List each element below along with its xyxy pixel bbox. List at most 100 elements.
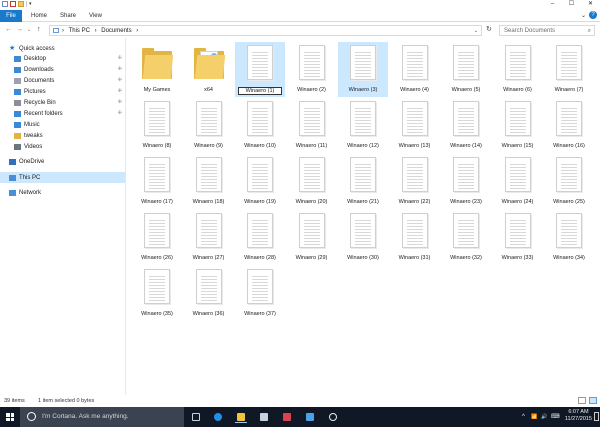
rename-input[interactable]: Winaero (1) xyxy=(238,87,282,95)
tab-view[interactable]: View xyxy=(89,11,102,22)
document-icon xyxy=(144,157,170,192)
file-explorer-icon[interactable] xyxy=(235,411,247,423)
file-item[interactable]: Winaero (1) xyxy=(235,42,285,97)
sidebar-item-music[interactable]: Music xyxy=(0,119,125,130)
forward-arrow-icon[interactable]: → xyxy=(16,25,23,35)
task-view-icon[interactable] xyxy=(190,411,202,423)
search-input[interactable]: Search Documents ⌕ xyxy=(499,25,595,36)
file-item[interactable]: Winaero (24) xyxy=(493,154,543,209)
sidebar-item-this-pc[interactable]: This PC xyxy=(0,172,125,183)
file-item[interactable]: Winaero (31) xyxy=(390,210,440,265)
file-item[interactable]: Winaero (10) xyxy=(235,98,285,153)
paint-icon[interactable] xyxy=(281,411,293,423)
file-item[interactable]: Winaero (30) xyxy=(338,210,388,265)
help-icon[interactable]: ? xyxy=(589,11,597,19)
cortana-search-box[interactable]: I'm Cortana. Ask me anything. xyxy=(20,407,184,427)
sidebar-item-pictures[interactable]: Pictures ✢ xyxy=(0,86,125,97)
sidebar-item-recent-folders[interactable]: Recent folders ✢ xyxy=(0,108,125,119)
file-item[interactable]: Winaero (16) xyxy=(544,98,594,153)
customize-toolbar-chevron-icon[interactable]: ▾ xyxy=(29,1,32,7)
file-item[interactable]: Winaero (6) xyxy=(493,42,543,97)
file-item[interactable]: Winaero (21) xyxy=(338,154,388,209)
file-item[interactable]: Winaero (14) xyxy=(441,98,491,153)
store-icon[interactable] xyxy=(258,411,270,423)
sidebar-item-label: Videos xyxy=(24,143,43,150)
file-item[interactable]: Winaero (18) xyxy=(184,154,234,209)
start-button[interactable] xyxy=(0,407,20,427)
up-arrow-icon[interactable]: ↑ xyxy=(37,25,41,35)
sidebar-item-videos[interactable]: Videos xyxy=(0,141,125,152)
file-item[interactable]: Winaero (12) xyxy=(338,98,388,153)
new-document-icon[interactable] xyxy=(10,1,16,7)
tab-file[interactable]: File xyxy=(0,10,22,22)
file-item[interactable]: Winaero (25) xyxy=(544,154,594,209)
breadcrumb-this-pc[interactable]: This PC xyxy=(69,28,90,34)
refresh-icon[interactable]: ↻ xyxy=(486,25,492,35)
sidebar-item-downloads[interactable]: Downloads ✢ xyxy=(0,64,125,75)
file-item[interactable]: Winaero (32) xyxy=(441,210,491,265)
file-item[interactable]: Winaero (37) xyxy=(235,266,285,321)
details-view-button[interactable] xyxy=(578,397,586,404)
maximize-button[interactable]: ☐ xyxy=(562,0,581,9)
new-folder-icon[interactable] xyxy=(18,1,24,7)
file-item[interactable]: Winaero (3) xyxy=(338,42,388,97)
file-item[interactable]: Winaero (5) xyxy=(441,42,491,97)
breadcrumb-separator[interactable]: › xyxy=(136,28,138,34)
notification-icon[interactable] xyxy=(594,412,599,421)
expand-ribbon-chevron-icon[interactable]: ⌄ xyxy=(581,12,586,19)
file-item[interactable]: Winaero (7) xyxy=(544,42,594,97)
clock[interactable]: 6:07 AM 11/27/2015 xyxy=(565,409,592,423)
large-icons-view-button[interactable] xyxy=(589,397,597,404)
file-item[interactable]: Winaero (28) xyxy=(235,210,285,265)
file-item[interactable]: Winaero (17) xyxy=(132,154,182,209)
breadcrumb-separator[interactable]: › xyxy=(62,28,64,34)
sidebar-item-documents[interactable]: Documents ✢ xyxy=(0,75,125,86)
properties-icon[interactable] xyxy=(2,1,8,7)
folder-item[interactable]: My Games xyxy=(132,42,182,97)
tab-home[interactable]: Home xyxy=(31,11,47,22)
sidebar-item-label: Recent folders xyxy=(24,110,63,117)
file-item[interactable]: Winaero (29) xyxy=(287,210,337,265)
folder-item[interactable]: x64 xyxy=(184,42,234,97)
file-item[interactable]: Winaero (4) xyxy=(390,42,440,97)
sidebar-item-network[interactable]: Network xyxy=(0,187,125,198)
file-item[interactable]: Winaero (15) xyxy=(493,98,543,153)
edge-icon[interactable] xyxy=(212,411,224,423)
minimize-button[interactable]: – xyxy=(543,0,562,9)
settings-icon[interactable] xyxy=(327,411,339,423)
recent-locations-chevron-icon[interactable]: ⌄ xyxy=(27,25,31,35)
sidebar-item-desktop[interactable]: Desktop ✢ xyxy=(0,53,125,64)
tool-icon[interactable] xyxy=(304,411,316,423)
address-dropdown-chevron-icon[interactable]: ⌄ xyxy=(474,26,478,36)
tray-chevron-icon[interactable]: ^ xyxy=(522,407,525,427)
sidebar-item-label: Music xyxy=(24,121,40,128)
file-item[interactable]: Winaero (27) xyxy=(184,210,234,265)
file-item[interactable]: Winaero (11) xyxy=(287,98,337,153)
volume-icon[interactable]: 🔊 xyxy=(541,407,547,427)
file-item[interactable]: Winaero (9) xyxy=(184,98,234,153)
file-item[interactable]: Winaero (2) xyxy=(287,42,337,97)
close-button[interactable]: ✕ xyxy=(581,0,600,9)
file-item[interactable]: Winaero (20) xyxy=(287,154,337,209)
file-item[interactable]: Winaero (13) xyxy=(390,98,440,153)
file-item[interactable]: Winaero (8) xyxy=(132,98,182,153)
file-item[interactable]: Winaero (19) xyxy=(235,154,285,209)
file-item[interactable]: Winaero (33) xyxy=(493,210,543,265)
file-item[interactable]: Winaero (23) xyxy=(441,154,491,209)
file-item[interactable]: Winaero (22) xyxy=(390,154,440,209)
keyboard-icon[interactable]: ⌨ xyxy=(551,407,560,427)
sidebar-item-tweaks[interactable]: tweaks xyxy=(0,130,125,141)
file-item[interactable]: Winaero (35) xyxy=(132,266,182,321)
breadcrumb-documents[interactable]: Documents xyxy=(101,28,131,34)
breadcrumb-separator[interactable]: › xyxy=(95,28,97,34)
address-bar[interactable]: › This PC › Documents › ⌄ xyxy=(49,25,482,36)
sidebar-item-onedrive[interactable]: OneDrive xyxy=(0,156,125,167)
network-icon[interactable]: 📶 xyxy=(531,407,537,427)
file-item[interactable]: Winaero (26) xyxy=(132,210,182,265)
pin-icon: ✢ xyxy=(117,99,122,105)
file-item[interactable]: Winaero (34) xyxy=(544,210,594,265)
sidebar-item-recycle-bin[interactable]: Recycle Bin ✢ xyxy=(0,97,125,108)
tab-share[interactable]: Share xyxy=(60,11,76,22)
back-arrow-icon[interactable]: ← xyxy=(5,25,12,35)
file-item[interactable]: Winaero (36) xyxy=(184,266,234,321)
